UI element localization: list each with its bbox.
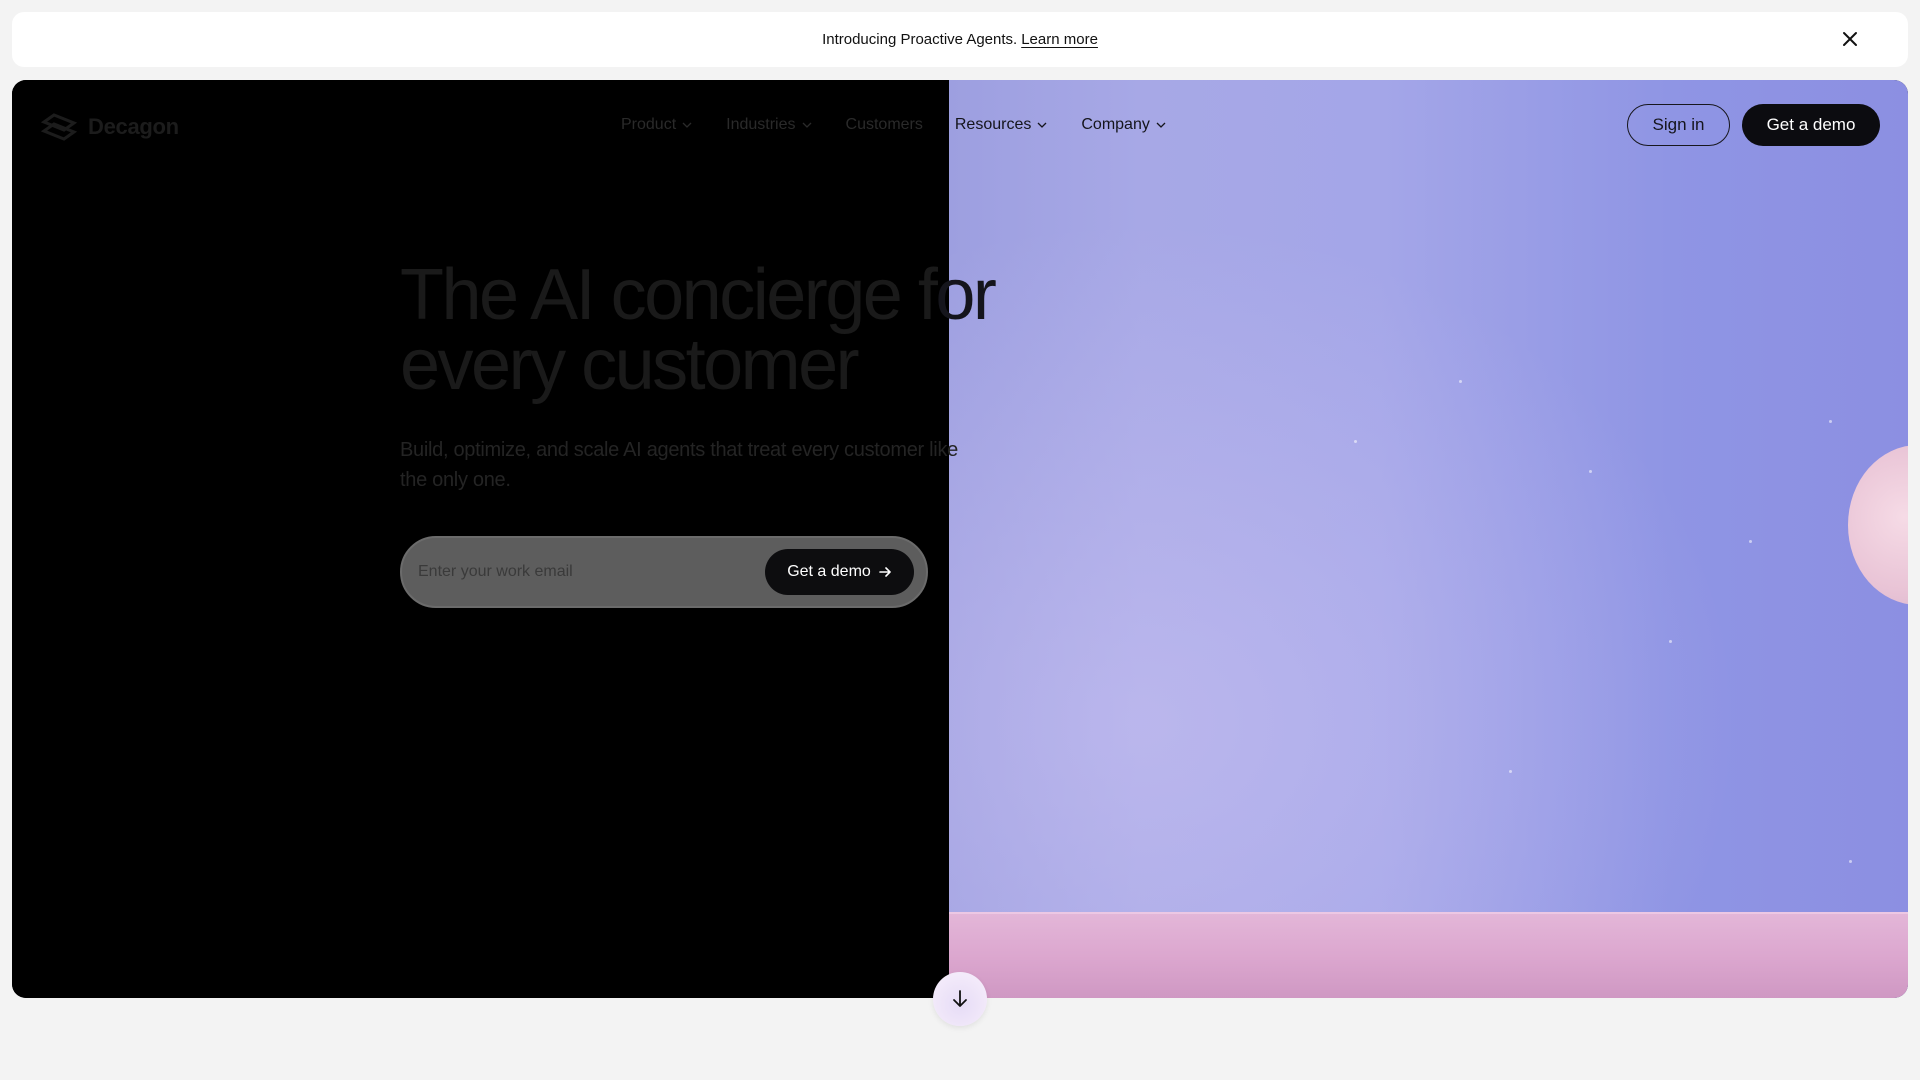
hero-subtitle: Build, optimize, and scale AI agents tha… xyxy=(400,439,958,491)
nav-item-label: Product xyxy=(621,116,677,133)
announcement-bar: Introducing Proactive Agents. Learn more xyxy=(12,12,1908,67)
get-demo-button[interactable]: Get a demo xyxy=(765,549,914,595)
chevron-down-icon xyxy=(1156,122,1166,128)
nav-item-label: Resources xyxy=(954,116,1032,133)
nav-item-customers[interactable]: Customers xyxy=(846,116,923,134)
nav-item-label: Customers xyxy=(845,116,923,133)
arrow-down-icon xyxy=(953,990,967,1007)
hero-headline: The AI concierge for every customer xyxy=(400,259,1040,401)
hero-image xyxy=(949,80,1908,998)
chevron-down-icon xyxy=(802,122,811,128)
headline-part: every customer xyxy=(400,325,860,405)
sign-in-button[interactable]: Sign in xyxy=(1627,104,1730,146)
decagon-logo-icon xyxy=(40,113,78,141)
floor-shape xyxy=(949,912,1908,998)
nav-item-label: Industries xyxy=(726,116,796,133)
scroll-down-button[interactable] xyxy=(933,972,987,1026)
email-form: Get a demo xyxy=(400,536,928,608)
get-demo-label: Get a demo xyxy=(787,563,871,580)
chevron-down-icon xyxy=(1037,122,1047,128)
headline-part: f xyxy=(917,255,938,335)
close-icon[interactable] xyxy=(1838,27,1862,51)
get-demo-nav-button[interactable]: Get a demo xyxy=(1742,104,1880,146)
announcement-text: Introducing Proactive Agents. xyxy=(822,31,1018,48)
hero-section xyxy=(12,80,1908,998)
headline-part: or xyxy=(935,255,997,335)
email-input[interactable] xyxy=(418,556,748,588)
brand-logo[interactable]: Decagon xyxy=(40,112,179,142)
learn-more-link[interactable]: Learn more xyxy=(1021,31,1098,48)
main-nav: Product Industries Customers Resources C… xyxy=(621,112,1200,138)
orb-shape xyxy=(1848,445,1908,605)
nav-item-industries[interactable]: Industries xyxy=(726,116,811,134)
nav-item-company[interactable]: Company xyxy=(1081,116,1166,134)
nav-item-label: Company xyxy=(1081,116,1150,133)
arrow-right-icon xyxy=(878,567,891,577)
headline-part: The AI concierge xyxy=(400,255,918,335)
chevron-down-icon xyxy=(682,122,692,128)
nav-item-product[interactable]: Product xyxy=(621,116,692,134)
nav-item-resources[interactable]: Resources xyxy=(955,116,1047,134)
brand-name: Decagon xyxy=(88,114,179,139)
